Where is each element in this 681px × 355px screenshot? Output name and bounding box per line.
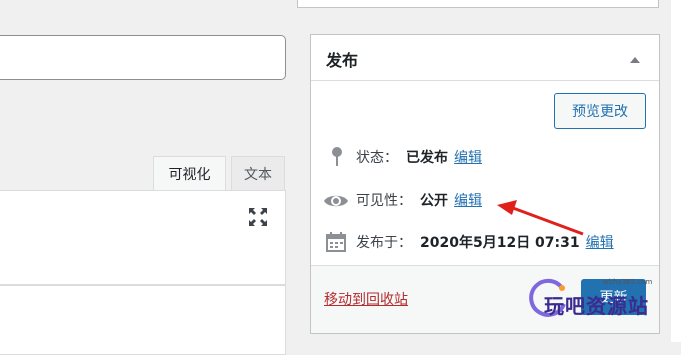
visibility-value: 公开: [420, 193, 448, 209]
watermark-text: 玩吧资源站: [544, 294, 649, 318]
published-on-edit-link[interactable]: 编辑: [586, 232, 614, 252]
move-to-trash-link[interactable]: 移动到回收站: [324, 289, 408, 309]
eye-icon: [323, 192, 349, 210]
status-label: 状态：: [356, 150, 398, 166]
visibility-label: 可见性：: [356, 193, 412, 209]
publish-box-title: 发布: [326, 51, 359, 70]
top-panel-edge: [297, 0, 659, 8]
pin-icon: [330, 146, 344, 168]
tab-visual-label: 可视化: [168, 167, 211, 183]
watermark-url: wbhy365.com: [603, 278, 653, 286]
preview-changes-button[interactable]: 预览更改: [554, 93, 646, 129]
red-arrow-annotation: [495, 198, 585, 238]
publish-box-header: [311, 35, 659, 81]
editor-content-area[interactable]: [0, 285, 286, 355]
triangle-up-icon[interactable]: [628, 53, 642, 63]
post-title-input[interactable]: [0, 35, 286, 80]
published-on-label: 发布于：: [356, 235, 412, 251]
tab-text[interactable]: 文本: [231, 156, 285, 191]
tab-text-label: 文本: [244, 167, 272, 183]
status-value: 已发布: [406, 150, 448, 166]
fullscreen-icon[interactable]: [246, 205, 270, 229]
status-row: 状态： 已发布 编辑: [356, 145, 482, 169]
visibility-edit-link[interactable]: 编辑: [454, 190, 482, 210]
status-edit-link[interactable]: 编辑: [454, 147, 482, 167]
right-edge-panel: [671, 0, 681, 342]
calendar-icon: [325, 231, 347, 253]
tab-visual[interactable]: 可视化: [153, 156, 226, 191]
visibility-row: 可见性： 公开 编辑: [356, 188, 482, 212]
editor-toolbar: [0, 190, 286, 285]
